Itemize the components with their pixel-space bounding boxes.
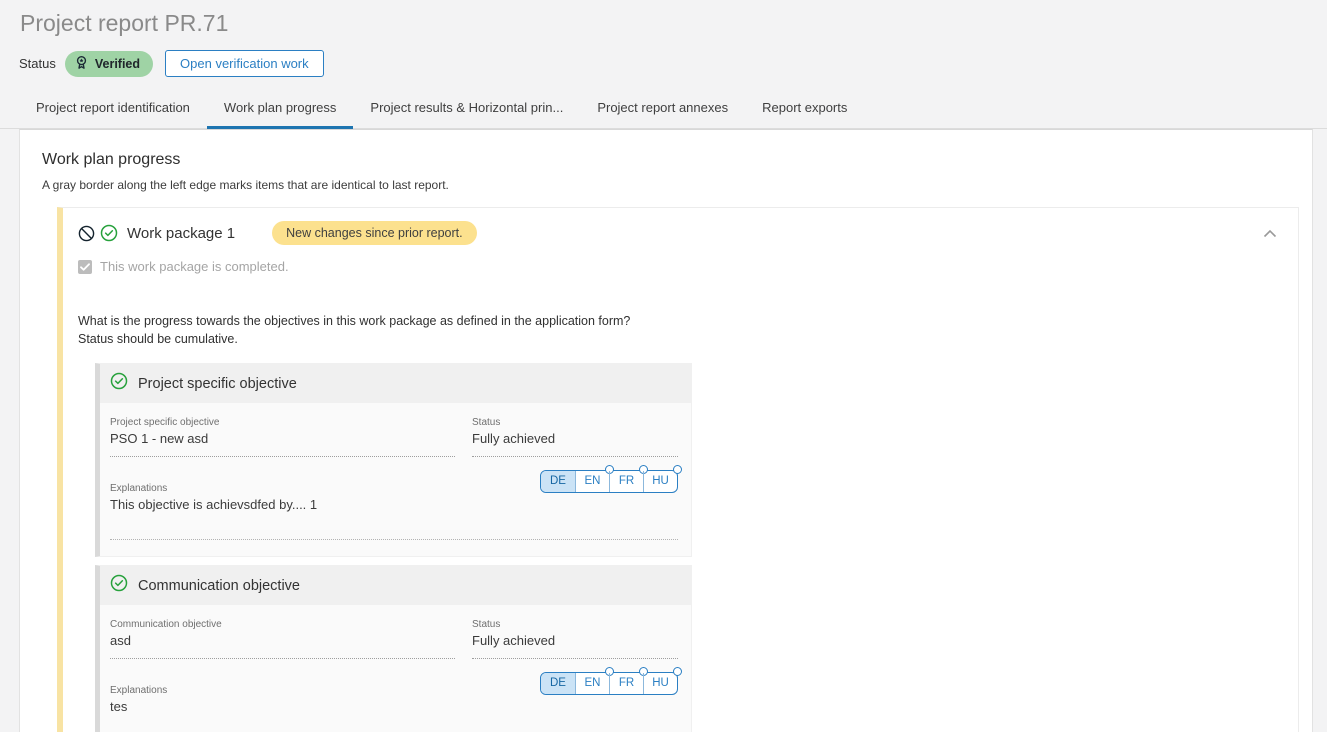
language-code: EN <box>585 677 601 689</box>
language-tab-en[interactable]: EN <box>575 673 609 694</box>
language-tab-fr[interactable]: FR <box>609 673 643 694</box>
status-badge-text: Verified <box>95 57 140 71</box>
field-value: asd <box>110 633 455 648</box>
explanations-field: Explanations This objective is achievsdf… <box>110 483 455 512</box>
objectives-question: What is the progress towards the objecti… <box>78 312 663 348</box>
objective-list: Project specific objective Project speci… <box>78 363 1279 732</box>
tab-project-results-horizontal-prin[interactable]: Project results & Horizontal prin... <box>353 92 580 128</box>
language-selector: DE EN FR HU <box>540 470 678 493</box>
check-circle-icon <box>110 574 128 597</box>
section-heading: Work plan progress <box>42 151 1312 169</box>
chevron-up-icon <box>1263 229 1277 238</box>
field-value: PSO 1 - new asd <box>110 431 455 446</box>
explanations-field: Explanations tes <box>110 685 455 714</box>
checkmark-icon <box>80 263 90 271</box>
language-code: FR <box>619 475 634 487</box>
language-tab-hu[interactable]: HU <box>643 673 677 694</box>
work-package-card: Work package 1 New changes since prior r… <box>57 207 1299 732</box>
objective-header[interactable]: Project specific objective <box>100 364 691 403</box>
tab-label: Work plan progress <box>224 100 336 115</box>
tab-bar: Project report identification Work plan … <box>0 92 1327 129</box>
content-panel: Work plan progress A gray border along t… <box>19 129 1313 732</box>
page-title: Project report PR.71 <box>20 10 1327 37</box>
objective-field: Communication objective asd <box>110 619 455 659</box>
completed-checkbox-row: This work package is completed. <box>78 259 1279 274</box>
language-code: FR <box>619 677 634 689</box>
collapse-button[interactable] <box>1261 227 1279 240</box>
work-package-completed-checkbox <box>78 260 92 274</box>
field-label: Status <box>472 417 678 428</box>
work-package-header: Work package 1 New changes since prior r… <box>78 221 1279 245</box>
tab-label: Project report identification <box>36 100 190 115</box>
language-tab-fr[interactable]: FR <box>609 471 643 492</box>
language-tab-hu[interactable]: HU <box>643 471 677 492</box>
objective-body: Communication objective asd Explanations… <box>100 605 691 732</box>
check-circle-icon <box>110 372 128 395</box>
field-label: Explanations <box>110 685 455 696</box>
tab-label: Project results & Horizontal prin... <box>370 100 563 115</box>
new-changes-badge: New changes since prior report. <box>272 221 476 245</box>
work-package-title: Work package 1 <box>127 225 235 242</box>
completed-checkbox-label: This work package is completed. <box>100 259 289 274</box>
check-circle-icon <box>100 224 118 242</box>
translation-missing-dot-icon <box>673 465 682 474</box>
tab-label: Project report annexes <box>597 100 728 115</box>
objective-field: Project specific objective PSO 1 - new a… <box>110 417 455 457</box>
objective-body: Project specific objective PSO 1 - new a… <box>100 403 691 556</box>
tab-report-exports[interactable]: Report exports <box>745 92 864 128</box>
objective-card-project-specific-objective: Project specific objective Project speci… <box>95 363 692 557</box>
objective-title: Project specific objective <box>138 376 297 392</box>
status-field: Status Fully achieved <box>472 417 678 457</box>
language-selector: DE EN FR HU <box>540 672 678 695</box>
objective-card-communication-objective: Communication objective Communication ob… <box>95 565 692 732</box>
language-tab-en[interactable]: EN <box>575 471 609 492</box>
field-label: Project specific objective <box>110 417 455 428</box>
divider <box>110 539 678 540</box>
language-code: HU <box>652 677 669 689</box>
section-description: A gray border along the left edge marks … <box>42 178 1312 192</box>
field-value: tes <box>110 699 455 714</box>
objective-header[interactable]: Communication objective <box>100 566 691 605</box>
status-badge: Verified <box>65 51 153 77</box>
language-code: EN <box>585 475 601 487</box>
field-value: Fully achieved <box>472 633 678 648</box>
objective-title: Communication objective <box>138 578 300 594</box>
tab-work-plan-progress[interactable]: Work plan progress <box>207 92 353 128</box>
circle-slash-icon <box>78 225 95 242</box>
language-tab-de[interactable]: DE <box>541 471 575 492</box>
status-field: Status Fully achieved <box>472 619 678 659</box>
status-label: Status <box>19 56 56 71</box>
language-tab-de[interactable]: DE <box>541 673 575 694</box>
status-row: Status Verified Open verification work <box>19 50 1327 77</box>
language-code: DE <box>550 677 566 689</box>
field-value: Fully achieved <box>472 431 678 446</box>
field-label: Explanations <box>110 483 455 494</box>
tab-project-report-annexes[interactable]: Project report annexes <box>580 92 745 128</box>
language-code: HU <box>652 475 669 487</box>
translation-missing-dot-icon <box>673 667 682 676</box>
field-label: Status <box>472 619 678 630</box>
field-label: Communication objective <box>110 619 455 630</box>
tab-project-report-identification[interactable]: Project report identification <box>19 92 207 128</box>
open-verification-work-button[interactable]: Open verification work <box>165 50 324 77</box>
language-code: DE <box>550 475 566 487</box>
tab-label: Report exports <box>762 100 847 115</box>
medal-icon <box>74 55 89 73</box>
field-value: This objective is achievsdfed by.... 1 <box>110 497 455 512</box>
